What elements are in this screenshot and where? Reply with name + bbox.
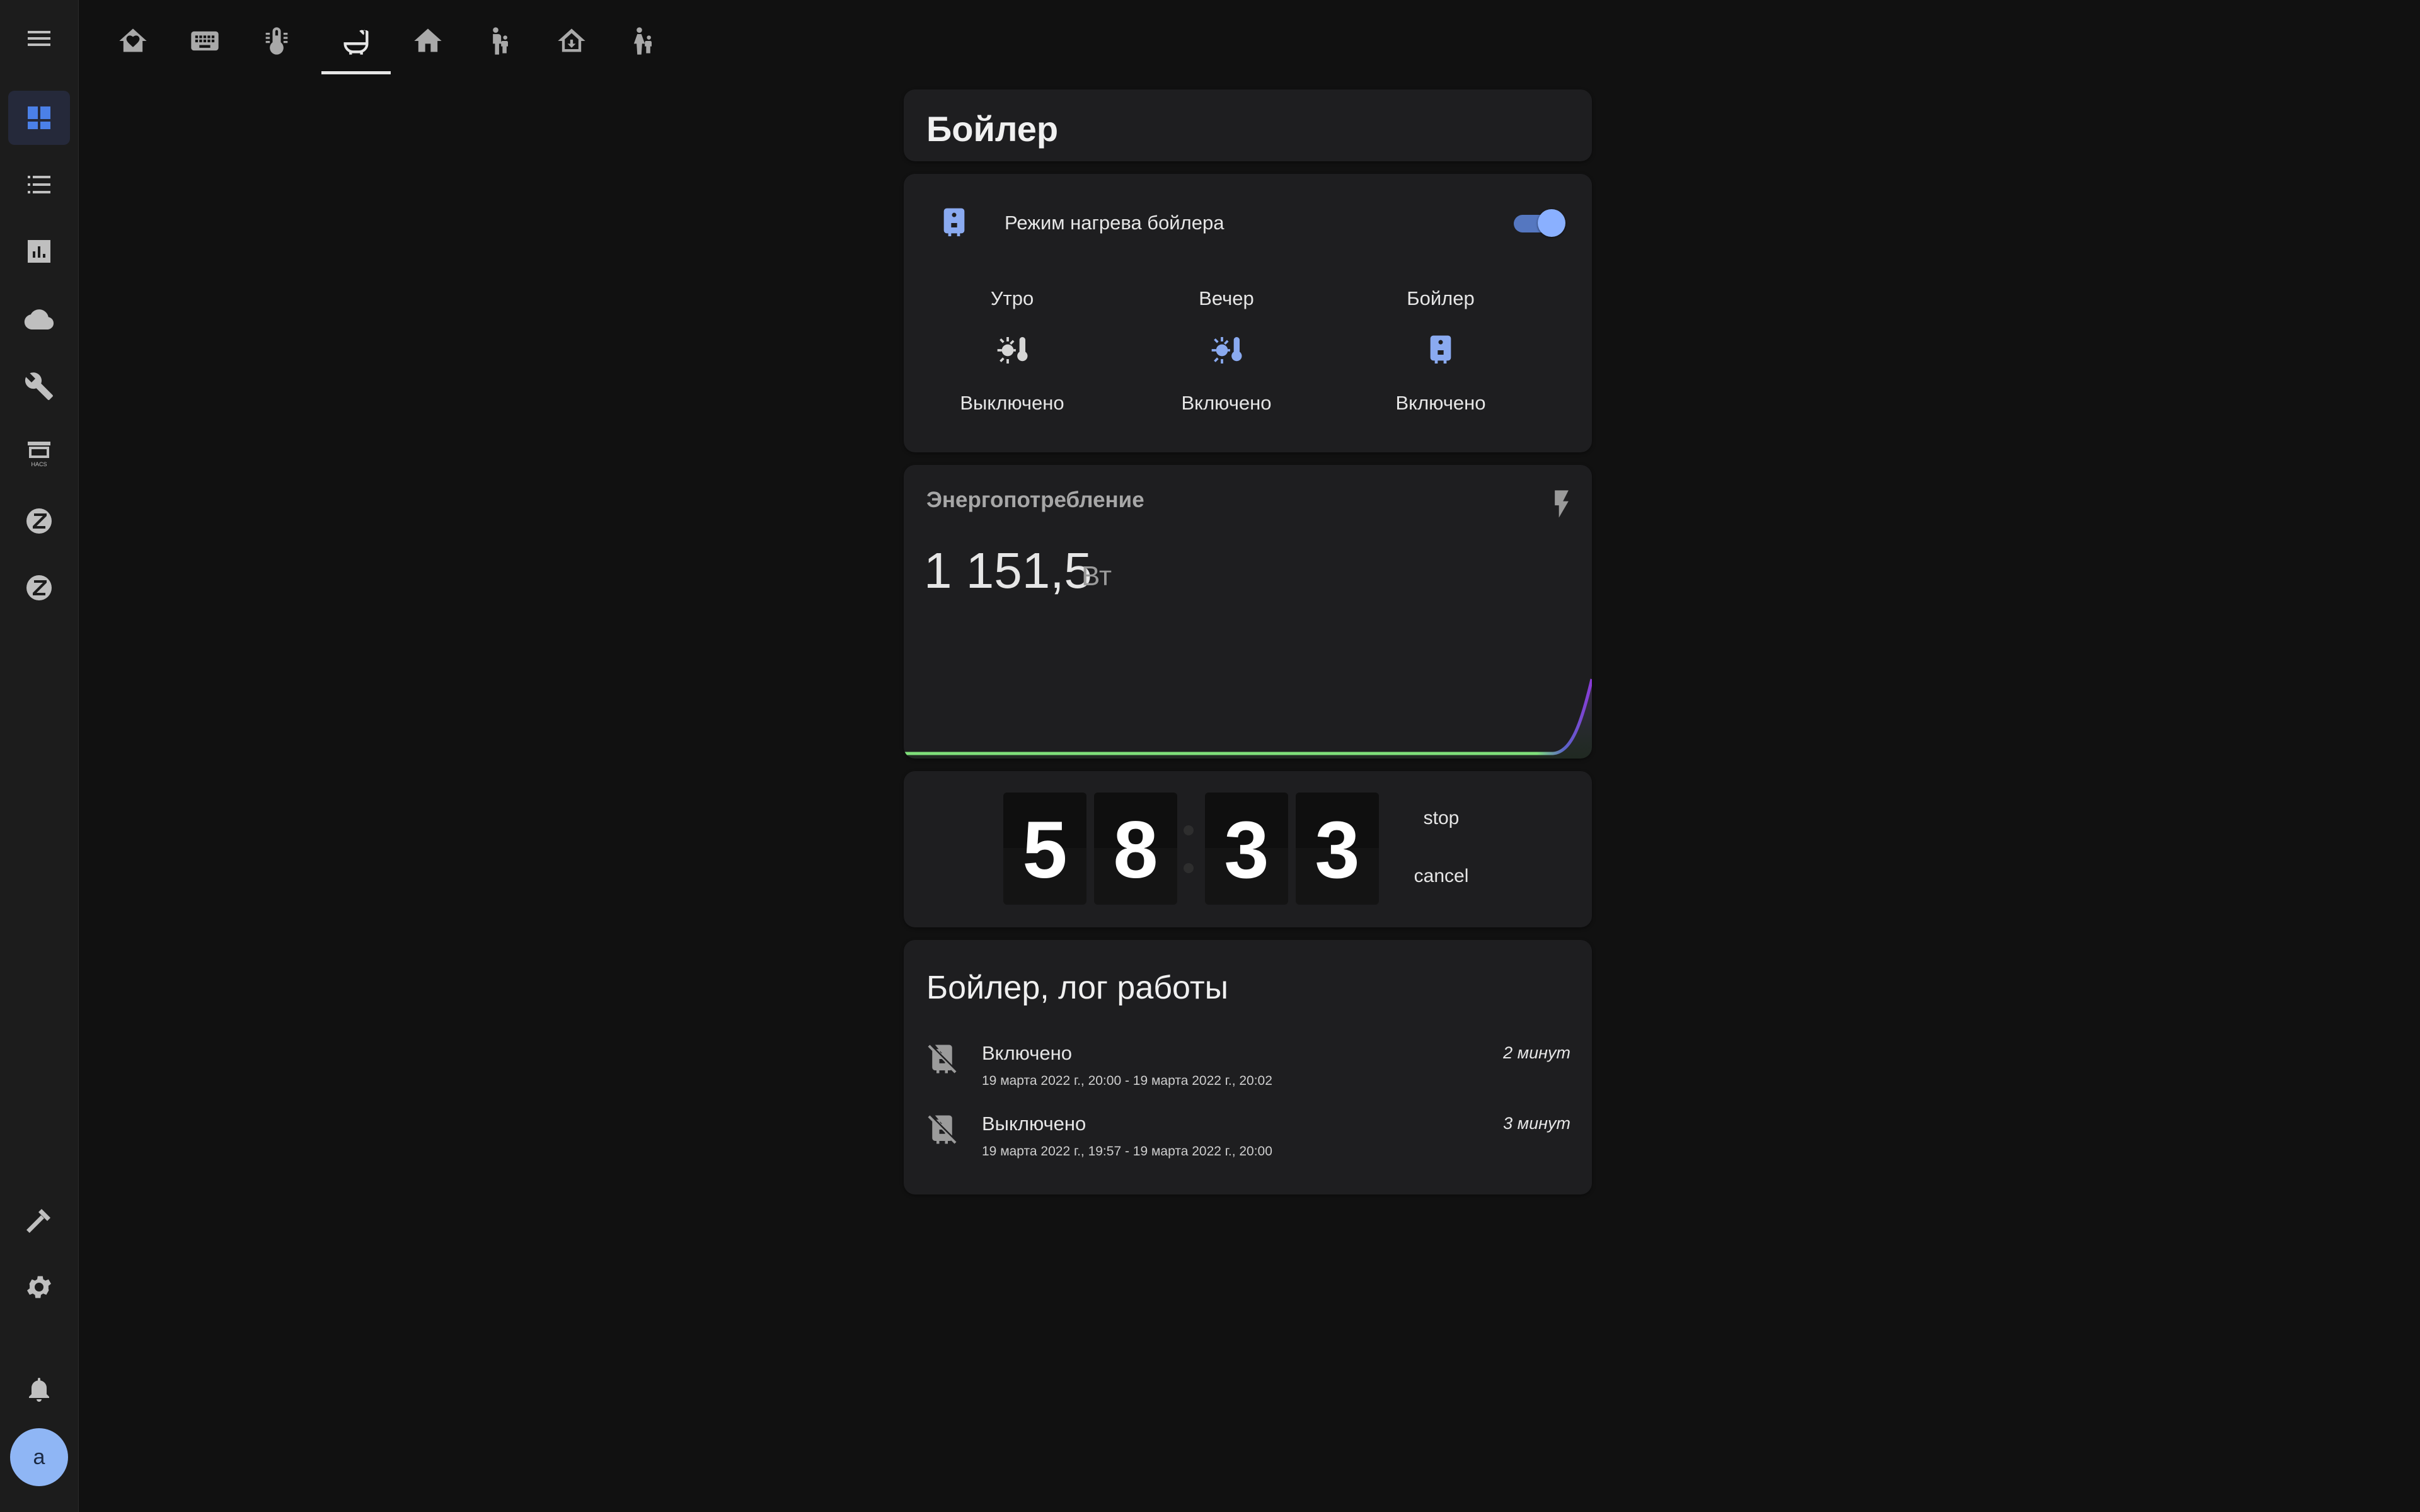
keyboard-icon [191, 31, 219, 51]
sensor-graph [904, 679, 1592, 759]
hammer-icon [26, 1209, 50, 1233]
glance-item-boiler[interactable]: Бойлер Включено [1346, 287, 1535, 426]
human-male-child-icon [493, 27, 508, 55]
sidebar-item-settings[interactable] [8, 1260, 70, 1314]
logbook-icon [28, 176, 50, 193]
glance-name: Бойлер [1407, 287, 1475, 309]
human-female-child-icon [633, 27, 652, 55]
logbook-title: Бойлер, лог работы [926, 970, 1229, 1006]
power-sensor-card[interactable]: Энергопотребление 1 151,5 Вт [904, 465, 1592, 759]
home-export-icon [558, 28, 585, 52]
boiler-mode-toggle[interactable] [1511, 209, 1565, 237]
sidebar-item-notifications[interactable] [8, 1362, 70, 1416]
wrench-icon [25, 372, 53, 400]
sidebar-item-cloud[interactable] [8, 292, 70, 346]
toggle-knob [1538, 209, 1565, 237]
timer-digit: 3 [1296, 793, 1379, 905]
water-boiler-off-icon [925, 1042, 959, 1076]
log-state: Включено [982, 1042, 1072, 1064]
timer-cancel-button[interactable]: cancel [1400, 856, 1482, 897]
log-time: 19 марта 2022 г., 19:57 - 19 марта 2022 … [982, 1144, 1272, 1159]
bell-icon [29, 1378, 49, 1402]
glance-state: Включено [1181, 392, 1272, 414]
tab-home[interactable] [98, 6, 168, 76]
gear-icon [27, 1276, 51, 1298]
bathtub-icon [343, 30, 369, 55]
sensor-value: 1 151,5 [924, 542, 1092, 598]
log-entry[interactable]: Включено 19 марта 2022 г., 20:00 - 19 ма… [904, 1033, 1592, 1096]
timer-digit: 8 [1094, 793, 1177, 905]
tab-kids-2[interactable] [609, 6, 678, 76]
tab-bathroom[interactable] [321, 6, 391, 76]
sidebar: HACS a [0, 0, 79, 1512]
tab-kids-1[interactable] [465, 6, 534, 76]
sidebar-item-wrench[interactable] [8, 359, 70, 413]
home-import-icon [414, 28, 442, 52]
timer-colon [1184, 825, 1194, 835]
glance-name: Вечер [1199, 287, 1254, 309]
sidebar-item-zwave-1[interactable] [8, 494, 70, 548]
water-boiler-icon [1423, 333, 1458, 368]
water-boiler-off-icon [925, 1113, 959, 1147]
cloud-icon [24, 309, 54, 329]
log-duration: 2 минут [1503, 1043, 1570, 1062]
log-state: Выключено [982, 1113, 1086, 1135]
svg-text:HACS: HACS [31, 461, 47, 467]
tab-climate[interactable] [242, 6, 311, 76]
more-options-button[interactable] [2416, 13, 2420, 63]
thermometer-icon [265, 27, 288, 55]
title-card: Бойлер [904, 89, 1592, 161]
log-entry[interactable]: Выключено 19 марта 2022 г., 19:57 - 19 м… [904, 1104, 1592, 1167]
glance-state: Выключено [960, 392, 1064, 414]
glance-item-morning[interactable]: Утро Выключено [918, 287, 1107, 426]
sidebar-item-logbook[interactable] [8, 158, 70, 212]
tab-home-export[interactable] [537, 6, 606, 76]
view-tabs [78, 0, 2420, 78]
sidebar-item-history[interactable] [8, 224, 70, 278]
menu-icon[interactable] [8, 11, 70, 66]
dashboard-icon [28, 106, 50, 129]
entities-card: Режим нагрева бойлера Утро Выключено Веч… [904, 174, 1592, 452]
sidebar-item-hacs[interactable]: HACS [8, 426, 70, 480]
tab-house[interactable] [393, 6, 463, 76]
tab-keyboard[interactable] [170, 6, 239, 76]
sidebar-item-developer-tools[interactable] [8, 1193, 70, 1247]
glance-name: Утро [990, 287, 1034, 309]
glance-item-evening[interactable]: Вечер Включено [1132, 287, 1321, 426]
sun-thermometer-icon [1209, 333, 1244, 368]
history-icon [28, 240, 50, 263]
sidebar-item-overview[interactable] [8, 91, 70, 145]
glance-state: Включено [1395, 392, 1486, 414]
hacs-icon: HACS [28, 442, 50, 467]
home-heart-icon [119, 28, 147, 52]
log-duration: 3 минут [1503, 1114, 1570, 1133]
sun-thermometer-icon [994, 333, 1030, 368]
flash-icon [1545, 488, 1578, 520]
page-title: Бойлер [926, 109, 1059, 149]
timer-stop-button[interactable]: stop [1400, 798, 1482, 839]
log-time: 19 марта 2022 г., 20:00 - 19 марта 2022 … [982, 1074, 1272, 1088]
logbook-card: Бойлер, лог работы Включено 19 марта 202… [904, 940, 1592, 1194]
timer-digit: 3 [1205, 793, 1288, 905]
timer-digit: 5 [1003, 793, 1086, 905]
timer-card: 5 8 3 3 stop cancel [904, 771, 1592, 927]
boiler-mode-label[interactable]: Режим нагрева бойлера [1005, 212, 1224, 234]
water-boiler-icon[interactable] [936, 205, 972, 241]
timer-colon [1184, 863, 1194, 873]
sensor-unit: Вт [1081, 561, 1112, 592]
zwave-icon [26, 508, 52, 534]
sensor-name: Энергопотребление [926, 488, 1144, 512]
avatar[interactable]: a [10, 1428, 68, 1486]
zwave-icon [26, 575, 52, 600]
sidebar-item-zwave-2[interactable] [8, 561, 70, 615]
